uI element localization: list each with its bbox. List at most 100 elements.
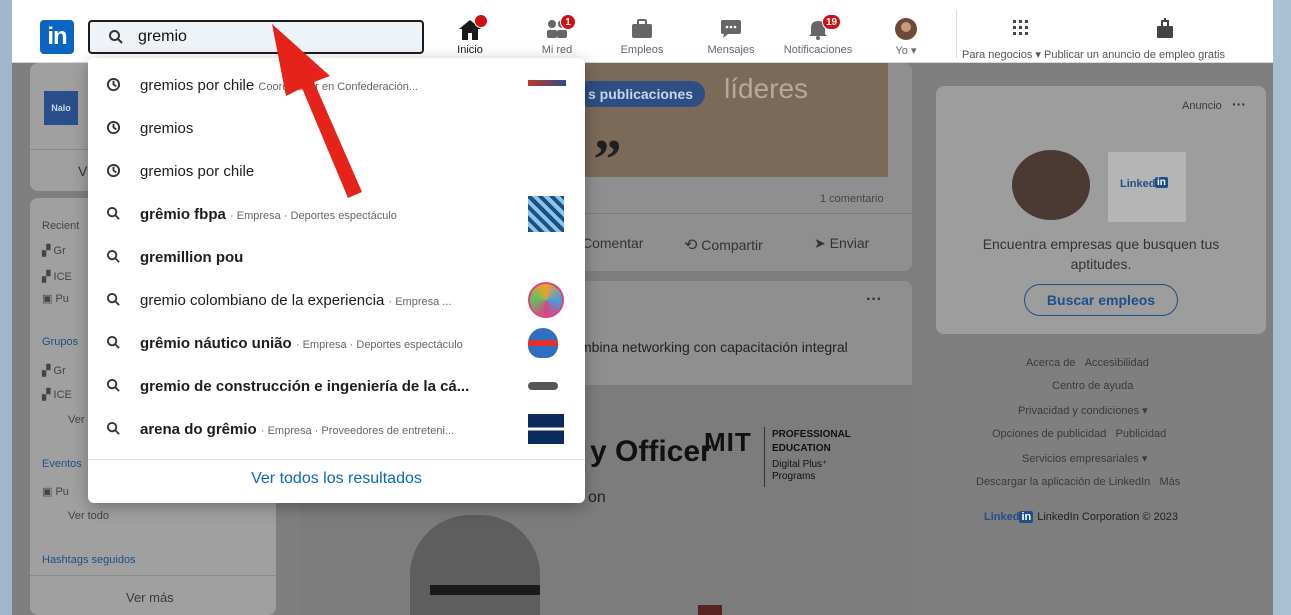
company-thumbnail	[528, 414, 564, 444]
search-icon	[106, 421, 121, 441]
pe-line2: EDUCATION	[772, 443, 831, 454]
suggestion-row[interactable]: gremio de construcción e ingeniería de l…	[88, 365, 585, 408]
linkedin-ad-logo: Linked in	[1108, 152, 1186, 222]
red-annotation-arrow	[272, 24, 362, 198]
nav-home[interactable]: Inicio	[448, 14, 492, 64]
see-more-button[interactable]: Ver más	[126, 590, 174, 605]
top-navigation: in Inicio 1 Mi red Empleos Mensajes	[12, 0, 1273, 64]
clock-icon	[106, 120, 121, 140]
clock-icon	[106, 77, 121, 97]
chevron-down-icon: ▾	[1035, 49, 1041, 61]
pe-line4: Programs	[772, 471, 816, 482]
ad-avatar	[1012, 150, 1090, 220]
search-jobs-button[interactable]: Buscar empleos	[1024, 284, 1178, 316]
profile-view-label[interactable]: V	[78, 163, 87, 179]
post-job-icon[interactable]	[1154, 18, 1176, 40]
calendar-icon: ▣	[42, 293, 53, 305]
group-item[interactable]: ▞ ICE	[42, 388, 72, 401]
nav-me[interactable]: Yo ▾	[886, 14, 926, 60]
mit-divider	[764, 427, 765, 487]
groups-heading[interactable]: Grupos	[42, 336, 78, 348]
search-icon	[106, 206, 121, 226]
share-icon: ⟲	[684, 237, 698, 254]
person-glasses	[430, 585, 540, 595]
nav-divider	[956, 10, 957, 58]
search-icon	[106, 378, 121, 398]
pe-line3: Digital Plus⁺	[772, 459, 828, 470]
events-see-all[interactable]: Ver todo	[68, 510, 109, 522]
recent-item[interactable]: ▞ Gr	[42, 244, 66, 257]
suggestion-row[interactable]: arena do grêmio · Empresa · Proveedores …	[88, 408, 585, 451]
groups-see-more[interactable]: Ver	[68, 414, 85, 426]
see-all-results-link[interactable]: Ver todos los resultados	[88, 470, 585, 488]
hashtags-heading[interactable]: Hashtags seguidos	[42, 554, 136, 566]
post-snippet: mbina networking con capacitación integr…	[580, 339, 848, 355]
ad-more-button[interactable]: ···	[1232, 96, 1246, 112]
company-logo: Nalo	[44, 91, 78, 125]
comment-button[interactable]: Comentar	[582, 235, 643, 251]
linkedin-logo[interactable]: in	[40, 20, 74, 54]
ad-message: Encuentra empresas que busquen tus aptit…	[982, 236, 1220, 272]
network-badge: 1	[560, 14, 576, 30]
clock-icon	[106, 163, 121, 183]
company-thumbnail	[528, 328, 558, 358]
nav-my-network[interactable]: 1 Mi red	[532, 14, 582, 60]
calendar-icon: ▣	[42, 486, 53, 498]
chevron-down-icon: ▾	[910, 45, 917, 57]
suggestion-row[interactable]: grêmio náutico união · Empresa · Deporte…	[88, 322, 585, 365]
group-icon: ▞	[42, 365, 51, 377]
events-heading[interactable]: Eventos	[42, 458, 82, 470]
group-icon: ▞	[42, 389, 51, 401]
suggestion-row[interactable]: gremillion pou	[88, 236, 585, 279]
company-thumbnail	[528, 196, 564, 232]
nav-jobs[interactable]: Empleos	[614, 14, 670, 60]
home-badge-dot	[474, 14, 488, 28]
send-button[interactable]: ➤ Enviar	[814, 235, 869, 252]
mit-logo: MIT	[704, 427, 752, 457]
left-divider	[30, 575, 276, 576]
nav-messages[interactable]: Mensajes	[700, 14, 762, 60]
footer-link[interactable]: Centro de ayuda	[1052, 380, 1133, 392]
footer-link[interactable]: Opciones de publicidad Publicidad	[992, 428, 1166, 440]
pe-line1: PROFESSIONAL	[772, 429, 851, 440]
post-job-link[interactable]: Publicar un anuncio de empleo gratis	[1044, 49, 1225, 61]
search-icon	[108, 29, 124, 50]
comment-count[interactable]: 1 comentario	[820, 193, 884, 205]
search-bar[interactable]	[88, 20, 424, 54]
business-grid-icon[interactable]	[1012, 19, 1030, 37]
avatar	[895, 18, 917, 45]
suggestion-row[interactable]: gremio colombiano de la experiencia · Em…	[88, 279, 585, 322]
briefcase-icon	[630, 18, 654, 45]
recent-item[interactable]: ▣ Pu	[42, 292, 69, 305]
search-icon	[106, 292, 121, 312]
dropdown-divider	[88, 459, 585, 460]
banner-text: líderes	[724, 73, 809, 104]
post-tag: s publicaciones	[576, 81, 706, 107]
message-icon	[719, 18, 743, 45]
recent-item[interactable]: ▞ ICE	[42, 270, 72, 283]
quote-mark: „	[594, 100, 622, 162]
background-frame-left	[0, 0, 12, 615]
person-photo	[410, 515, 540, 615]
logo-fragment	[698, 605, 722, 615]
ad-card: Anuncio ··· Linked in Encuentra empresas…	[936, 86, 1266, 334]
nav-notifications[interactable]: 19 Notificaciones	[774, 14, 862, 60]
company-thumbnail	[528, 282, 564, 318]
group-icon: ▞	[42, 245, 51, 257]
post-more-button[interactable]: ···	[866, 291, 882, 309]
ad-label: Anuncio	[1182, 100, 1222, 112]
group-item[interactable]: ▞ Gr	[42, 364, 66, 377]
event-item[interactable]: ▣ Pu	[42, 485, 69, 498]
footer-link[interactable]: Acerca de Accesibilidad	[1026, 357, 1149, 369]
background-frame-right	[1273, 0, 1291, 615]
corporation-line: Linked in LinkedIn Corporation © 2023	[984, 511, 1179, 523]
recent-heading: Recient	[42, 220, 80, 232]
footer-link[interactable]: Descargar la aplicación de LinkedIn Más	[976, 476, 1180, 488]
share-button[interactable]: ⟲ Compartir	[684, 235, 763, 255]
footer-link[interactable]: Privacidad y condiciones ▾	[1018, 404, 1148, 417]
business-menu[interactable]: Para negocios ▾ Publicar un anuncio de e…	[962, 48, 1225, 61]
company-thumbnail	[528, 382, 558, 390]
footer-link[interactable]: Servicios empresariales ▾	[1022, 452, 1147, 465]
ad-headline: y Officer	[590, 435, 712, 468]
ad-subline: on	[588, 489, 606, 506]
